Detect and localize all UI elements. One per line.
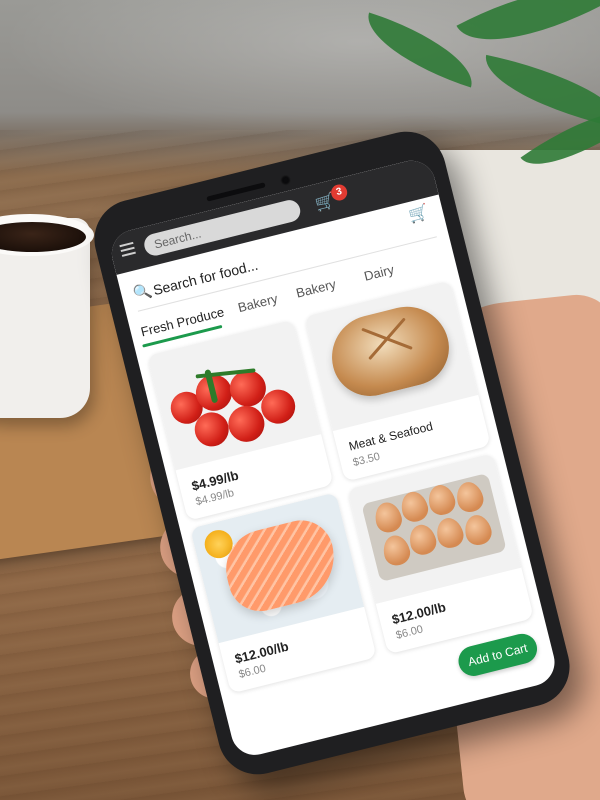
tab-bakery[interactable]: Bakery (236, 291, 279, 315)
product-card-salmon[interactable]: $12.00/lb $6.00 (190, 492, 377, 694)
tab-bakery-2[interactable]: Bakery (295, 276, 338, 300)
product-subprice: $3.50 (351, 450, 382, 470)
product-card-tomatoes[interactable]: $4.99/lb $4.99/lb (147, 319, 334, 521)
add-to-cart-button[interactable]: Add to Cart (455, 630, 541, 680)
product-card-eggs[interactable]: $12.00/lb $6.00 (347, 453, 534, 655)
bread-image (304, 280, 479, 432)
bread (323, 297, 457, 405)
product-subprice: $6.00 (394, 623, 425, 642)
tab-dairy[interactable]: Dairy (362, 262, 395, 284)
product-subprice: $6.00 (237, 662, 268, 681)
search-icon: 🔍 (131, 281, 155, 303)
salmon-image (190, 492, 365, 644)
photo-scene: Search... 🛒 3 🛒 🔍 Search for food... Fre… (0, 0, 600, 800)
hamburger-icon[interactable] (119, 241, 136, 257)
tomatoes-image (147, 319, 322, 471)
product-card-bread[interactable]: Meat & Seafood $3.50 (304, 280, 491, 482)
eggs-image (347, 453, 522, 604)
phone-camera (279, 174, 292, 187)
